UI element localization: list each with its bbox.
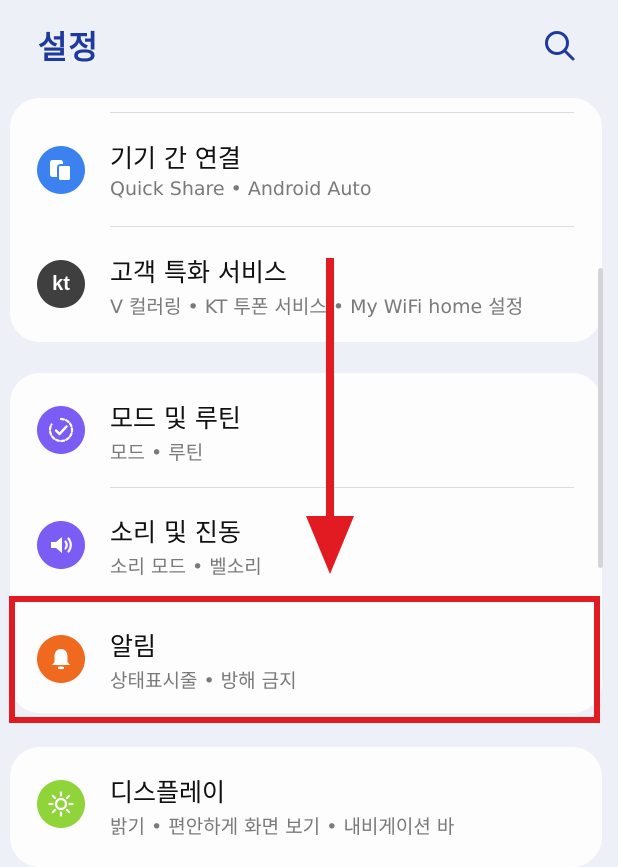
devices-icon [37, 146, 85, 194]
item-title: 디스플레이 [110, 778, 226, 807]
settings-item-sounds-vibration[interactable]: 소리 및 진동 소리 모드 • 벨소리 [10, 487, 602, 601]
item-title: 기기 간 연결 [110, 144, 241, 173]
item-title: 고객 특화 서비스 [110, 258, 287, 287]
settings-item-modes-routines[interactable]: 모드 및 루틴 모드 • 루틴 [10, 373, 602, 487]
app-header: 설정 [0, 0, 618, 90]
kt-logo-icon: kt [37, 260, 85, 308]
settings-item-notifications[interactable]: 알림 상태표시줄 • 방해 금지 [10, 601, 602, 713]
modes-routines-icon [37, 406, 85, 454]
search-button[interactable] [540, 26, 580, 66]
settings-item-connections[interactable]: 기기 간 연결 Quick Share • Android Auto [10, 112, 602, 226]
settings-item-display[interactable]: 디스플레이 밝기 • 편안하게 화면 보기 • 내비게이션 바 [10, 747, 602, 861]
scrollbar[interactable] [598, 268, 603, 568]
settings-group-display: 디스플레이 밝기 • 편안하게 화면 보기 • 내비게이션 바 [10, 747, 602, 867]
item-title: 모드 및 루틴 [110, 404, 241, 433]
item-subtitle: 상태표시줄 • 방해 금지 [110, 670, 297, 692]
item-title: 소리 및 진동 [110, 518, 241, 547]
search-icon [545, 31, 575, 61]
item-subtitle: 밝기 • 편안하게 화면 보기 • 내비게이션 바 [110, 816, 455, 838]
speaker-icon [37, 521, 85, 569]
kt-logo-text: kt [52, 272, 70, 295]
settings-group-connections: 기기 간 연결 Quick Share • Android Auto kt 고객… [10, 98, 602, 342]
item-subtitle: Quick Share • Android Auto [110, 178, 372, 200]
item-title: 알림 [110, 632, 157, 661]
item-subtitle: V 컬러링 • KT 투폰 서비스 • My WiFi home 설정 [110, 296, 524, 318]
sun-icon [37, 780, 85, 828]
item-subtitle: 모드 • 루틴 [110, 442, 204, 464]
page-title: 설정 [38, 28, 99, 66]
bell-icon [37, 635, 85, 683]
item-subtitle: 소리 모드 • 벨소리 [110, 556, 262, 578]
settings-item-kt-services[interactable]: kt 고객 특화 서비스 V 컬러링 • KT 투폰 서비스 • My WiFi… [10, 226, 602, 340]
settings-group-modes-sound: 모드 및 루틴 모드 • 루틴 소리 및 진동 소리 모드 • 벨소리 알림 상… [10, 373, 602, 713]
